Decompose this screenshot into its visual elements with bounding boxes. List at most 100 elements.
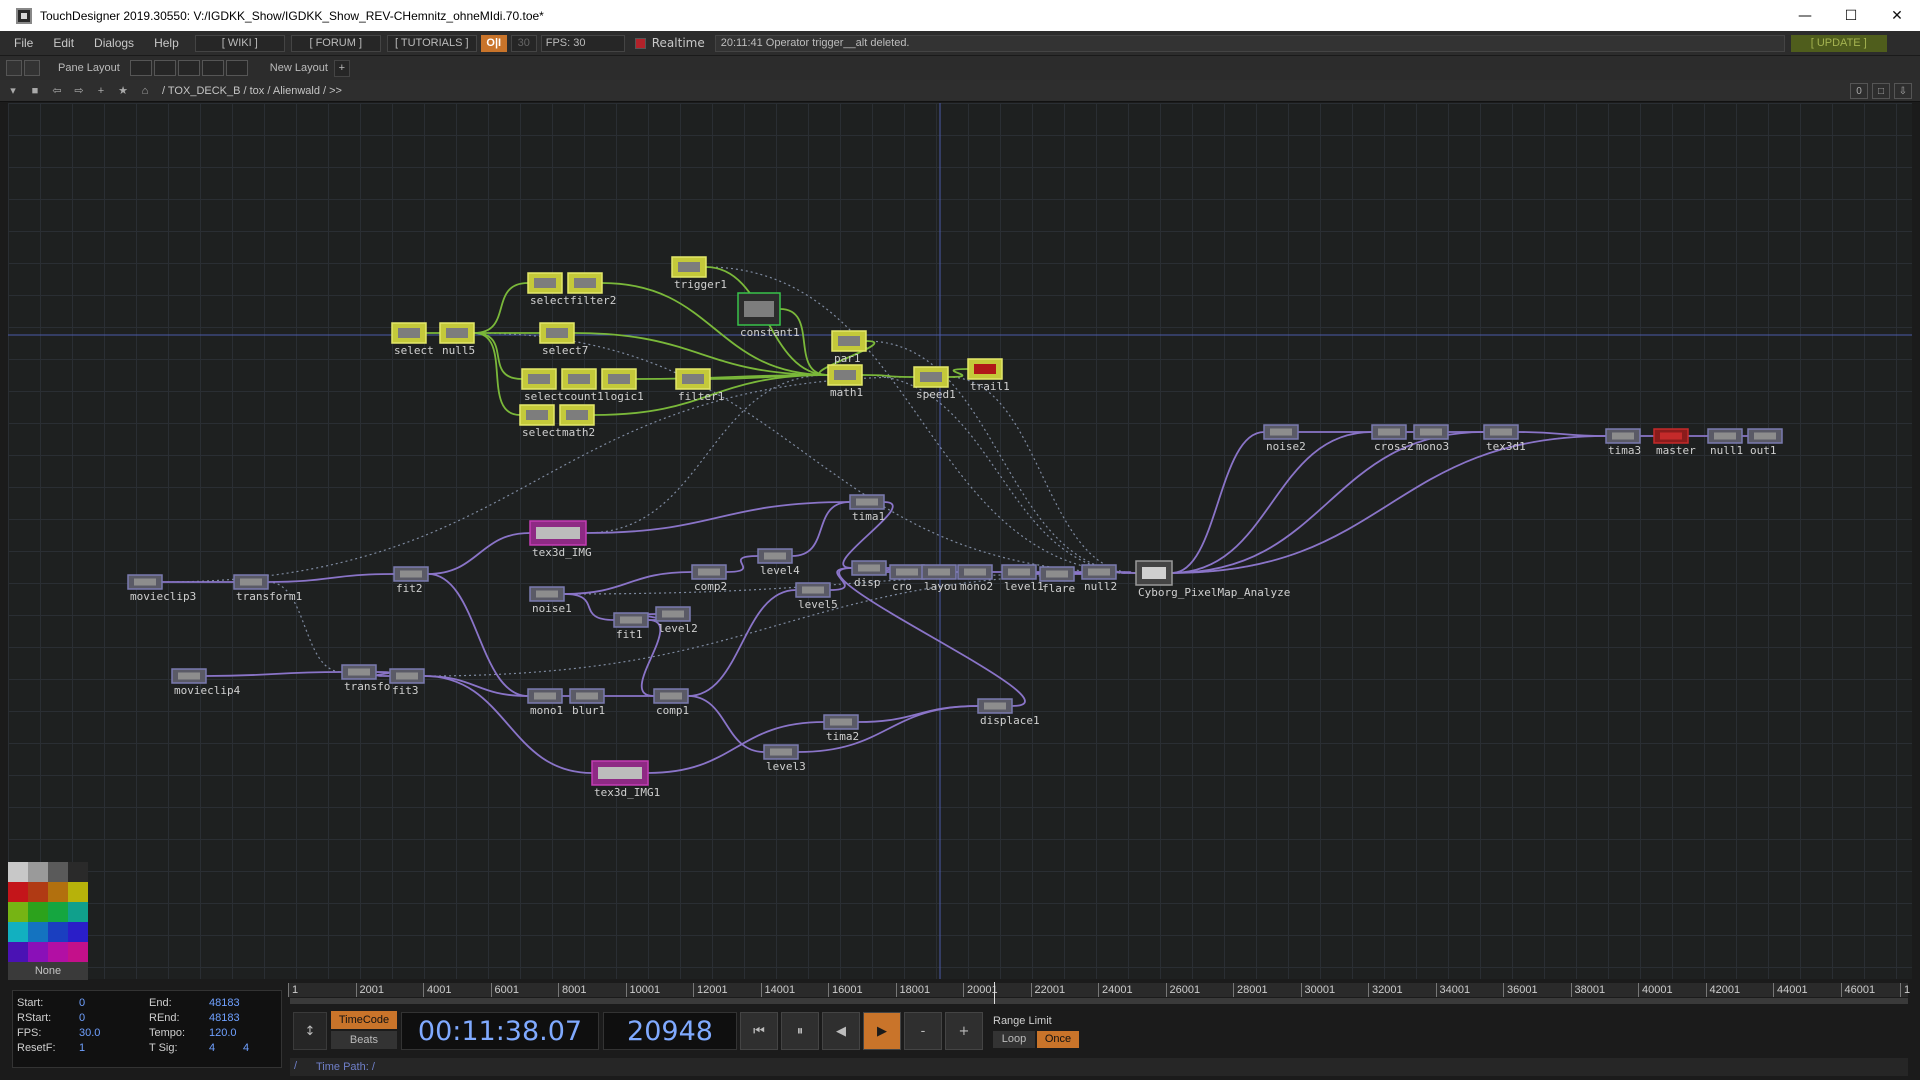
play-button[interactable]: ▶ bbox=[863, 1012, 901, 1050]
node-label[interactable]: mono2 bbox=[960, 580, 993, 593]
home-icon[interactable]: ⌂ bbox=[136, 83, 154, 99]
timecode-toggle[interactable]: TimeCode bbox=[331, 1011, 397, 1029]
top-wire[interactable] bbox=[423, 675, 593, 774]
node-label[interactable]: level3 bbox=[766, 760, 806, 773]
node-cross2[interactable]: cross2 bbox=[1371, 424, 1414, 453]
node-cyborg[interactable]: Cyborg_PixelMap_Analyze bbox=[1135, 560, 1290, 599]
node-label[interactable]: displace1 bbox=[980, 714, 1040, 727]
node-label[interactable]: level4 bbox=[760, 564, 800, 577]
layout-three-icon[interactable] bbox=[201, 60, 224, 76]
rstart-value[interactable]: 0 bbox=[79, 1012, 85, 1024]
loop-button[interactable]: Loop bbox=[993, 1030, 1035, 1048]
node-label[interactable]: tex3d_IMG1 bbox=[594, 786, 660, 799]
close-button[interactable]: ✕ bbox=[1874, 0, 1920, 31]
palette-swatch[interactable] bbox=[68, 942, 88, 962]
node-fit1[interactable]: fit1 bbox=[613, 612, 649, 641]
palette-swatch[interactable] bbox=[8, 862, 28, 882]
pane-type-icon[interactable] bbox=[6, 60, 22, 76]
layout-single-icon[interactable] bbox=[129, 60, 152, 76]
node-tima1[interactable]: tima1 bbox=[849, 494, 885, 523]
top-wire[interactable] bbox=[1171, 435, 1607, 574]
node-fit2[interactable]: fit2 bbox=[393, 566, 429, 595]
node-selectD[interactable]: select bbox=[519, 404, 562, 439]
palette-swatch[interactable] bbox=[28, 882, 48, 902]
node-label[interactable]: flare bbox=[1042, 582, 1075, 595]
network-editor[interactable]: select null5 select filter2 select7 select cou… bbox=[8, 103, 1912, 979]
forum-button[interactable]: [ FORUM ] bbox=[290, 34, 381, 52]
node-trigger1[interactable]: trigger1 bbox=[671, 256, 727, 291]
palette-swatch[interactable] bbox=[48, 882, 68, 902]
node-master[interactable]: master bbox=[1653, 428, 1696, 457]
palette-swatch[interactable] bbox=[28, 942, 48, 962]
beats-toggle[interactable]: Beats bbox=[331, 1031, 397, 1049]
node-label[interactable]: math1 bbox=[830, 386, 863, 399]
node-label[interactable]: speed1 bbox=[916, 388, 956, 401]
palette-swatch[interactable] bbox=[68, 882, 88, 902]
node-label[interactable]: fit2 bbox=[396, 582, 423, 595]
top-wire[interactable] bbox=[375, 671, 391, 677]
node-label[interactable]: count1 bbox=[564, 390, 604, 403]
node-label[interactable]: null5 bbox=[442, 344, 475, 357]
node-label[interactable]: level2 bbox=[658, 622, 698, 635]
add-icon[interactable]: + bbox=[92, 83, 110, 99]
node-label[interactable]: trigger1 bbox=[674, 278, 727, 291]
menu-dialogs[interactable]: Dialogs bbox=[84, 36, 144, 50]
download-icon[interactable]: ⇩ bbox=[1894, 83, 1912, 99]
node-label[interactable]: filter2 bbox=[570, 294, 616, 307]
node-label[interactable]: transform1 bbox=[236, 590, 302, 603]
node-label[interactable]: select bbox=[530, 294, 570, 307]
palette-none-button[interactable]: None bbox=[8, 962, 88, 980]
node-mono2[interactable]: mono2 bbox=[957, 564, 993, 593]
node-count1[interactable]: count1 bbox=[561, 368, 604, 403]
top-wire[interactable] bbox=[267, 573, 395, 583]
node-movieclip3[interactable]: movieclip3 bbox=[127, 574, 196, 603]
node-label[interactable]: level5 bbox=[798, 598, 838, 611]
play-reverse-button[interactable]: ◀ bbox=[822, 1012, 860, 1050]
node-selectC[interactable]: select bbox=[521, 368, 564, 403]
top-wire[interactable] bbox=[829, 567, 853, 591]
node-tima3[interactable]: tima3 bbox=[1605, 428, 1641, 457]
node-out1[interactable]: out1 bbox=[1747, 428, 1783, 457]
node-null1[interactable]: null1 bbox=[1707, 428, 1743, 457]
node-label[interactable]: Cyborg_PixelMap_Analyze bbox=[1138, 586, 1290, 599]
pane-options-icon[interactable] bbox=[24, 60, 40, 76]
node-label[interactable]: noise1 bbox=[532, 602, 572, 615]
palette-swatch[interactable] bbox=[48, 922, 68, 942]
node-tima2[interactable]: tima2 bbox=[823, 714, 859, 743]
node-movieclip4[interactable]: movieclip4 bbox=[171, 668, 241, 697]
node-label[interactable]: par1 bbox=[834, 352, 861, 365]
timeline-scrub-bar[interactable] bbox=[290, 998, 1908, 1004]
time-path-bar[interactable]: Time Path: / bbox=[290, 1058, 1908, 1076]
chop-wire[interactable] bbox=[947, 368, 969, 378]
node-label[interactable]: select7 bbox=[542, 344, 588, 357]
node-label[interactable]: layou bbox=[924, 580, 957, 593]
top-wire[interactable] bbox=[205, 671, 343, 677]
node-label[interactable]: disp bbox=[854, 576, 881, 589]
maximize-button[interactable]: ☐ bbox=[1828, 0, 1874, 31]
node-tex3d_IMG[interactable]: tex3d_IMG bbox=[529, 520, 592, 559]
node-label[interactable]: comp1 bbox=[656, 704, 689, 717]
node-label[interactable]: mono3 bbox=[1416, 440, 1449, 453]
node-label[interactable]: level1 bbox=[1004, 580, 1044, 593]
menu-arrow-icon[interactable]: ▾ bbox=[4, 83, 22, 99]
menu-help[interactable]: Help bbox=[144, 36, 189, 50]
end-value[interactable]: 48183 bbox=[209, 997, 240, 1009]
node-label[interactable]: select bbox=[522, 426, 562, 439]
top-wire[interactable] bbox=[585, 501, 851, 534]
palette-swatch[interactable] bbox=[8, 942, 28, 962]
node-transform1[interactable]: transform1 bbox=[233, 574, 302, 603]
top-wire[interactable] bbox=[427, 532, 531, 575]
palette-swatch[interactable] bbox=[28, 862, 48, 882]
node-label[interactable]: mono1 bbox=[530, 704, 563, 717]
step-forward-button[interactable]: + bbox=[945, 1012, 983, 1050]
node-label[interactable]: math2 bbox=[562, 426, 595, 439]
tsig-value-a[interactable]: 4 bbox=[209, 1042, 215, 1054]
palette-swatch[interactable] bbox=[48, 942, 68, 962]
stop-icon[interactable]: ■ bbox=[26, 83, 44, 99]
node-flare[interactable]: flare bbox=[1039, 566, 1075, 595]
node-level2[interactable]: level2 bbox=[655, 606, 698, 635]
node-tex3d_IMG1[interactable]: tex3d_IMG1 bbox=[591, 760, 660, 799]
node-null5[interactable]: null5 bbox=[439, 322, 475, 357]
node-label[interactable]: fit3 bbox=[392, 684, 419, 697]
node-transform2[interactable]: transfo bbox=[341, 664, 390, 693]
